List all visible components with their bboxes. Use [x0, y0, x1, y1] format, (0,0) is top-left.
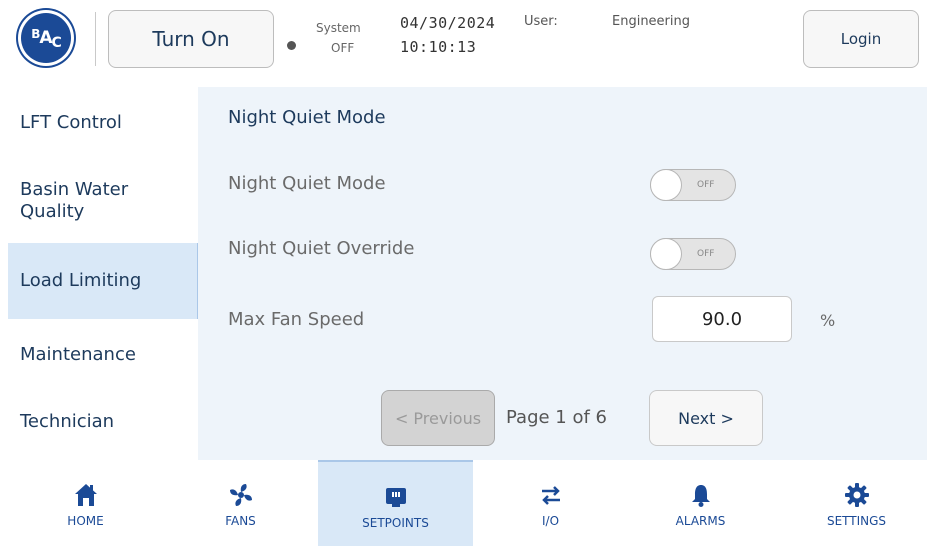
sidebar-item-maintenance[interactable]: Maintenance	[8, 319, 198, 391]
nav-home[interactable]: HOME	[8, 460, 163, 546]
page-indicator: Page 1 of 6	[506, 407, 607, 428]
nav-setpoints[interactable]: SETPOINTS	[318, 460, 473, 546]
toggle-state: OFF	[697, 180, 715, 190]
bottom-nav: HOME FANS SETPOINTS I/O ALARMS SETTINGS	[0, 460, 927, 546]
sidebar-item-label: Load Limiting	[20, 270, 142, 291]
nav-fans[interactable]: FANS	[163, 460, 318, 546]
logo-letter-b: B	[31, 27, 40, 41]
max-fan-speed-unit: %	[820, 311, 836, 330]
nav-label: HOME	[67, 514, 104, 528]
sidebar-item-lft-control[interactable]: LFT Control	[8, 87, 198, 159]
user-value: Engineering	[612, 14, 690, 29]
next-page-button[interactable]: Next >	[649, 390, 763, 446]
night-quiet-override-toggle[interactable]: OFF	[650, 238, 736, 270]
nav-label: ALARMS	[675, 514, 726, 528]
nav-label: SETPOINTS	[362, 516, 429, 530]
sidebar-item-load-limiting[interactable]: Load Limiting	[8, 243, 198, 319]
sidebar-item-label: Maintenance	[20, 344, 136, 365]
bac-logo: BAC	[18, 10, 74, 66]
system-label: System	[316, 21, 361, 35]
sidebar: LFT Control Basin Water Quality Load Lim…	[0, 87, 198, 460]
night-quiet-mode-label: Night Quiet Mode	[228, 173, 386, 194]
header-divider	[95, 12, 96, 66]
sidebar-item-label: LFT Control	[20, 112, 122, 133]
nav-settings[interactable]: SETTINGS	[779, 460, 927, 546]
nav-label: FANS	[225, 514, 256, 528]
max-fan-speed-input[interactable]: 90.0	[652, 296, 792, 342]
bell-icon	[688, 482, 714, 508]
date-display: 04/30/2024	[400, 14, 496, 32]
previous-page-button[interactable]: < Previous	[381, 390, 495, 446]
toggle-knob	[650, 169, 682, 201]
system-status-indicator	[287, 41, 296, 50]
max-fan-speed-label: Max Fan Speed	[228, 309, 365, 330]
nav-label: SETTINGS	[826, 514, 887, 528]
login-button[interactable]: Login	[803, 10, 919, 68]
sidebar-item-label: Basin Water Quality	[20, 179, 129, 222]
io-arrows-icon	[538, 482, 564, 508]
nav-io[interactable]: I/O	[473, 460, 628, 546]
logo-letter-a: A	[39, 28, 52, 48]
nav-label: I/O	[541, 514, 560, 528]
setpoints-icon	[383, 484, 409, 510]
page-title: Night Quiet Mode	[228, 107, 386, 128]
sidebar-item-basin-water-quality[interactable]: Basin Water Quality	[8, 165, 198, 237]
main-panel: Night Quiet Mode Night Quiet Mode OFF Ni…	[198, 87, 927, 460]
home-icon	[73, 482, 99, 508]
night-quiet-override-label: Night Quiet Override	[228, 238, 415, 259]
nav-alarms[interactable]: ALARMS	[623, 460, 778, 546]
fan-icon	[228, 482, 254, 508]
system-status: OFF	[331, 41, 355, 55]
sidebar-item-label: Technician	[20, 411, 115, 432]
logo-letter-c: C	[51, 35, 62, 51]
turn-on-button[interactable]: Turn On	[108, 10, 274, 68]
night-quiet-mode-toggle[interactable]: OFF	[650, 169, 736, 201]
toggle-knob	[650, 238, 682, 270]
sidebar-item-technician[interactable]: Technician	[8, 391, 198, 453]
toggle-state: OFF	[697, 249, 715, 259]
gear-icon	[844, 482, 870, 508]
user-label: User:	[524, 14, 558, 29]
logo-text: BAC	[31, 27, 62, 51]
time-display: 10:10:13	[400, 38, 477, 56]
